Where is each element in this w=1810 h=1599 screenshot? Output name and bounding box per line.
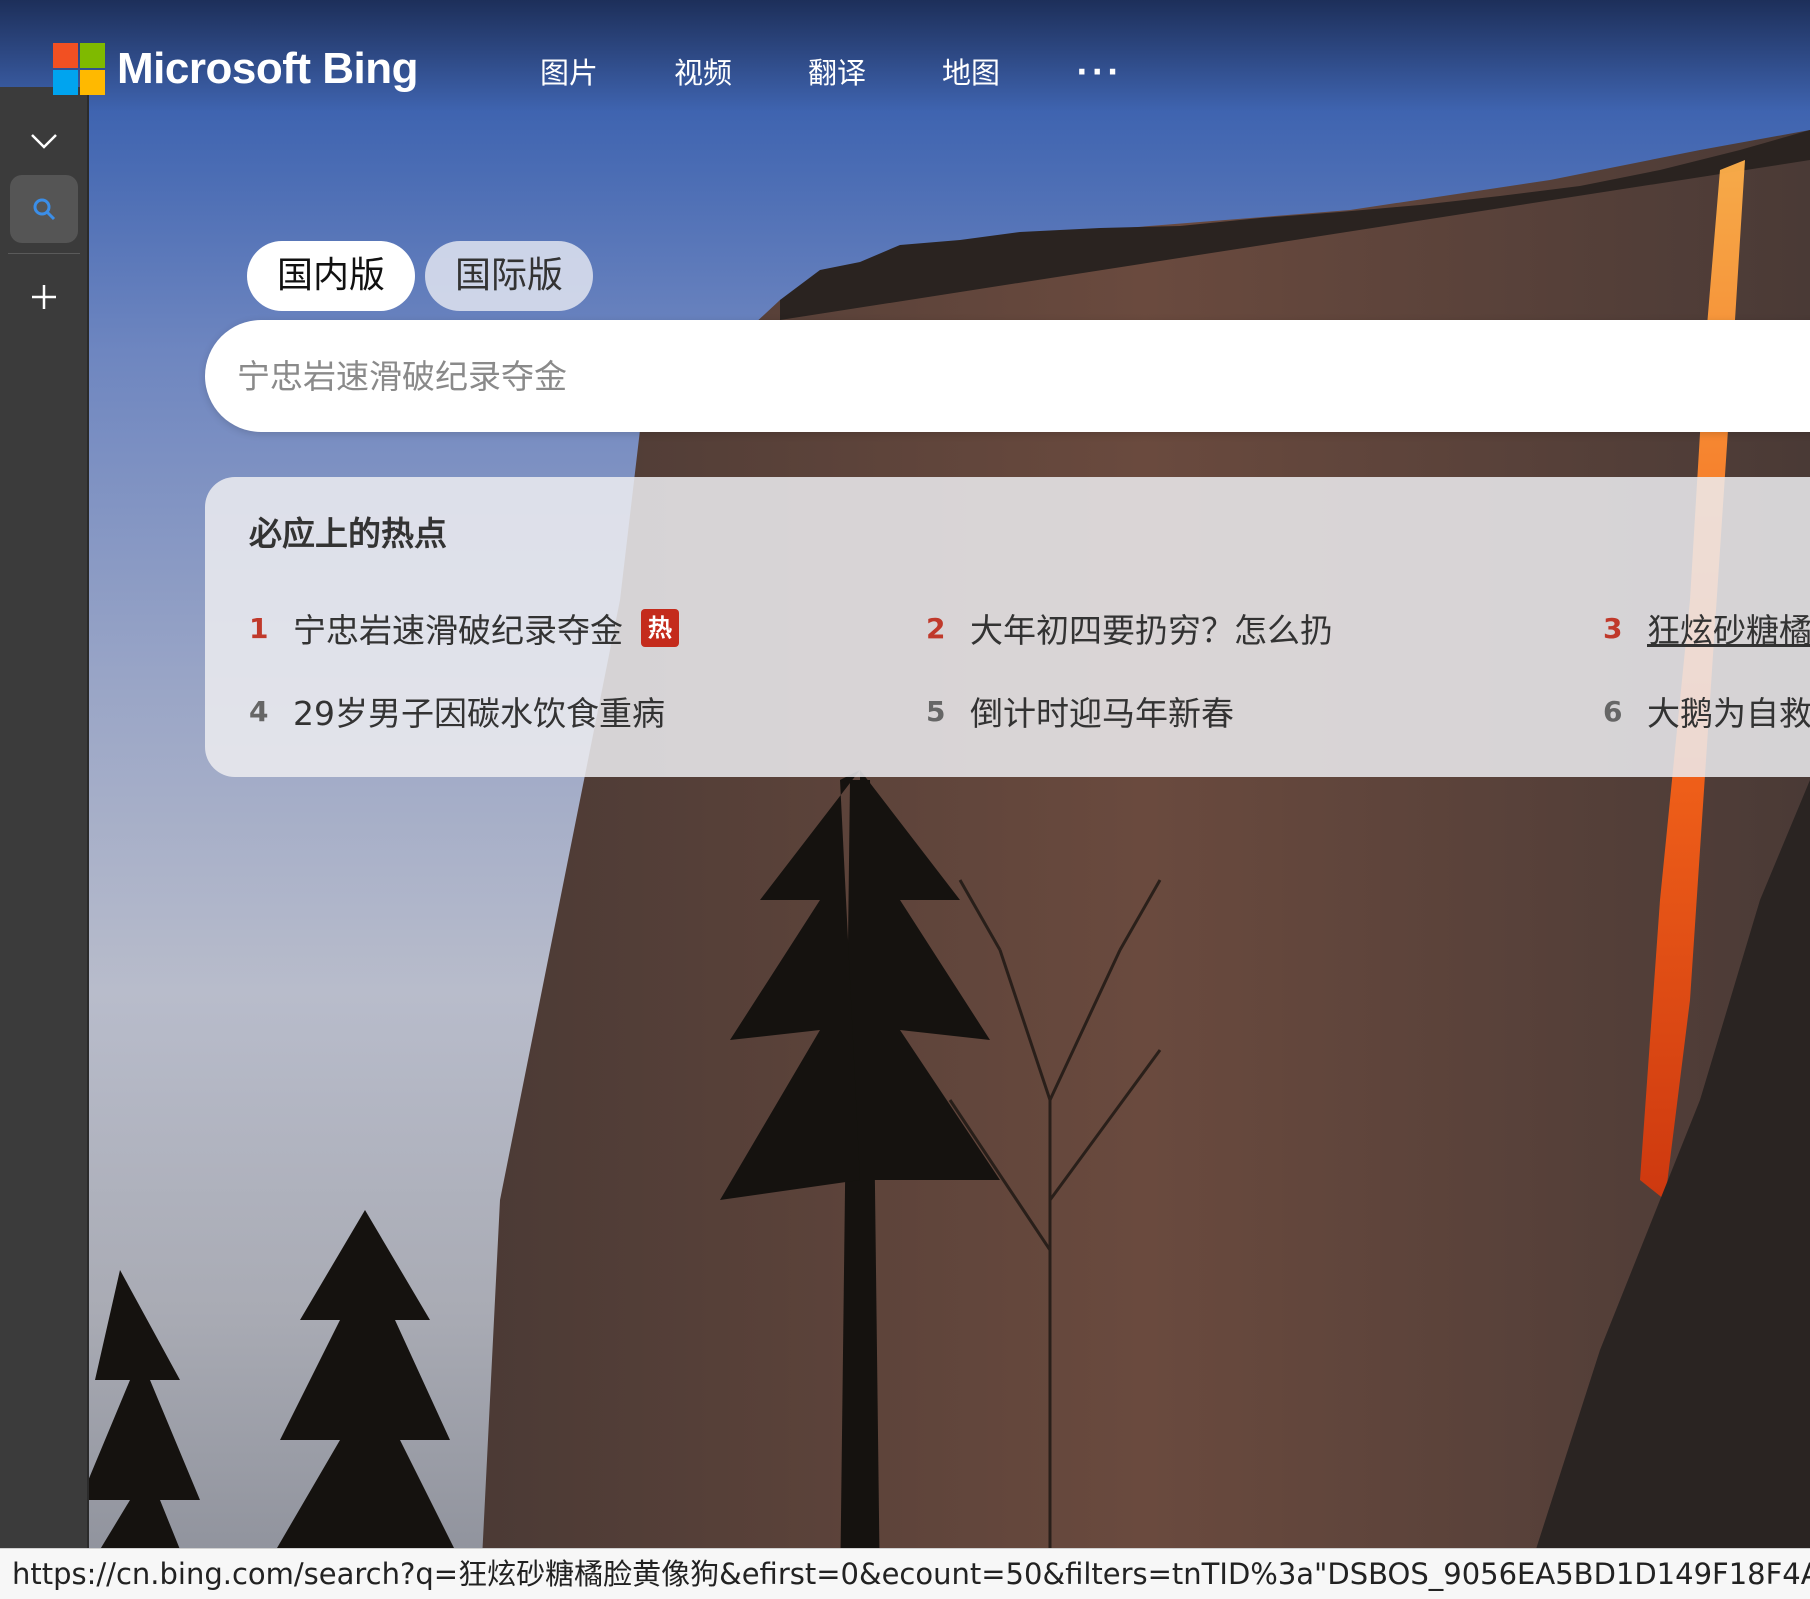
sidebar-search-button[interactable] bbox=[10, 175, 78, 243]
trending-item[interactable]: 2 大年初四要扔穷？怎么扔 bbox=[926, 604, 1333, 652]
trending-item[interactable]: 5 倒计时迎马年新春 bbox=[926, 687, 1234, 735]
trending-text: 大年初四要扔穷？怎么扔 bbox=[970, 611, 1333, 650]
more-menu-button[interactable]: ··· bbox=[1076, 50, 1122, 96]
cliff-scene-illustration bbox=[70, 130, 1810, 1599]
search-input[interactable] bbox=[237, 320, 1637, 432]
trending-text: 狂炫砂糖橘 bbox=[1647, 611, 1810, 650]
search-icon bbox=[33, 198, 56, 221]
trending-rank: 1 bbox=[249, 611, 269, 645]
trending-rank: 6 bbox=[1603, 694, 1623, 728]
trending-panel: 必应上的热点 1 宁忠岩速滑破纪录夺金 热 2 大年初四要扔穷？怎么扔 3 狂炫… bbox=[205, 477, 1810, 777]
nav-translate[interactable]: 翻译 bbox=[808, 50, 866, 96]
nav-images[interactable]: 图片 bbox=[540, 50, 598, 96]
hot-badge: 热 bbox=[641, 609, 679, 647]
background-photo bbox=[0, 0, 1810, 1599]
top-nav: 图片 视频 翻译 地图 ··· bbox=[540, 50, 1198, 96]
region-tabs: 国内版 国际版 bbox=[247, 241, 594, 311]
brand-name: Microsoft Bing bbox=[117, 44, 418, 93]
plus-icon bbox=[32, 285, 56, 309]
trending-rank: 2 bbox=[926, 611, 946, 645]
trending-rank: 4 bbox=[249, 694, 269, 728]
tab-domestic[interactable]: 国内版 bbox=[247, 241, 416, 311]
browser-sidebar bbox=[0, 87, 89, 1548]
collapse-sidebar-button[interactable] bbox=[10, 107, 78, 175]
nav-videos[interactable]: 视频 bbox=[674, 50, 732, 96]
tab-international[interactable]: 国际版 bbox=[425, 241, 594, 311]
trending-item[interactable]: 4 29岁男子因碳水饮食重病 bbox=[249, 687, 665, 735]
trending-text: 倒计时迎马年新春 bbox=[970, 694, 1234, 733]
trending-item[interactable]: 1 宁忠岩速滑破纪录夺金 热 bbox=[249, 604, 679, 652]
chevron-down-icon bbox=[31, 134, 57, 149]
trending-text: 29岁男子因碳水饮食重病 bbox=[293, 694, 665, 733]
trending-item[interactable]: 6 大鹅为自救 bbox=[1603, 687, 1810, 735]
status-bar-url: https://cn.bing.com/search?q=狂炫砂糖橘脸黄像狗&e… bbox=[0, 1548, 1810, 1599]
bing-homepage: Microsoft Bing 图片 视频 翻译 地图 ··· 国内版 国际版 必… bbox=[0, 0, 1810, 1599]
trending-text: 大鹅为自救 bbox=[1647, 694, 1810, 733]
bing-logo[interactable]: Microsoft Bing bbox=[53, 43, 418, 95]
add-button[interactable] bbox=[10, 263, 78, 331]
trending-text: 宁忠岩速滑破纪录夺金 bbox=[293, 611, 623, 650]
trending-title: 必应上的热点 bbox=[249, 514, 447, 553]
sidebar-divider bbox=[8, 253, 80, 254]
trending-rank: 5 bbox=[926, 694, 946, 728]
trending-item[interactable]: 3 狂炫砂糖橘 bbox=[1603, 604, 1810, 652]
search-box bbox=[205, 320, 1810, 432]
microsoft-logo-icon bbox=[53, 43, 105, 95]
trending-rank: 3 bbox=[1603, 611, 1623, 645]
nav-maps[interactable]: 地图 bbox=[942, 50, 1000, 96]
